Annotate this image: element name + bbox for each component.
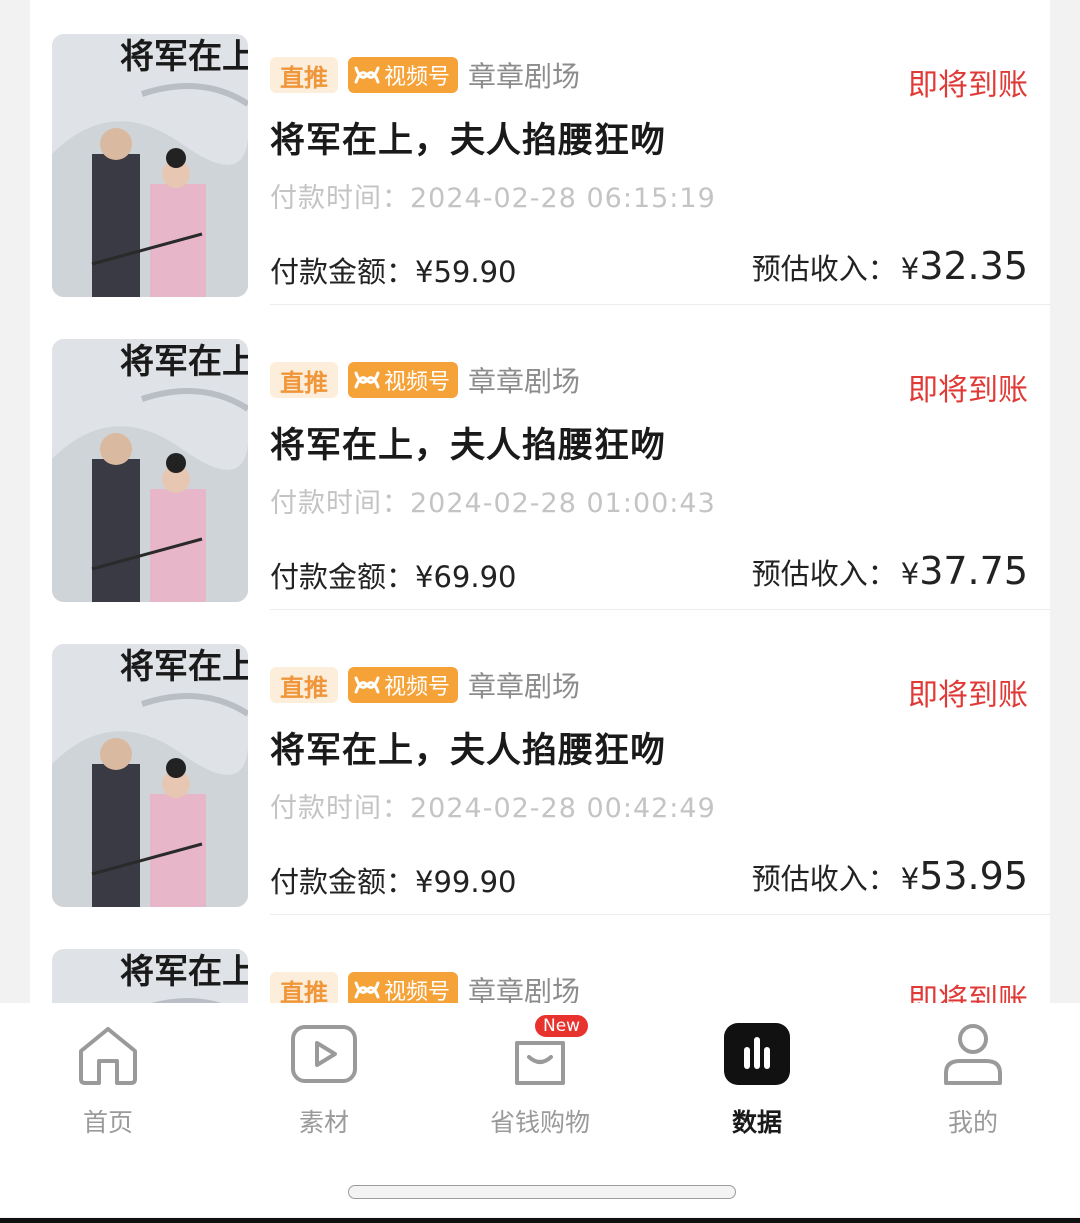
payment-time: 付款时间：2024-02-28 00:42:49 <box>270 786 716 825</box>
bar-chart-icon <box>720 1021 794 1087</box>
video-channel-label: 视频号 <box>384 370 451 395</box>
drama-title: 将军在上，夫人掐腰狂吻 <box>270 426 667 466</box>
estimated-income-label: 预估收入： <box>751 862 897 896</box>
payment-time-label: 付款时间： <box>270 183 410 214</box>
screen-edge <box>0 1218 1080 1223</box>
tab-data[interactable]: 数据 <box>697 1021 817 1141</box>
shopping-bag-icon: New <box>503 1013 591 1087</box>
drama-poster[interactable]: 将军在上， <box>52 339 248 602</box>
tag-row: 直推 视频号 章章剧场 <box>270 55 580 95</box>
tab-label: 数据 <box>731 1108 782 1137</box>
estimated-income: 预估收入： ¥ 37.75 <box>752 549 1028 593</box>
payment-time-value: 2024-02-28 06:15:19 <box>410 183 716 214</box>
payment-amount-label: 付款金额： <box>270 560 416 594</box>
poster-title: 将军在上， <box>120 647 248 687</box>
video-play-icon <box>287 1021 361 1087</box>
video-channel-icon <box>354 66 380 84</box>
drama-title: 将军在上，夫人掐腰狂吻 <box>270 121 667 161</box>
video-channel-icon <box>354 371 380 389</box>
user-icon <box>936 1021 1010 1087</box>
poster-title: 将军在上， <box>120 37 248 77</box>
app-screen: 将军在上， 直推 视频号 章章剧场 即将到账 将军在上，夫人掐腰狂吻 付款时间：… <box>0 0 1080 1223</box>
estimated-income-value: 53.95 <box>919 854 1028 898</box>
tab-materials[interactable]: 素材 <box>264 1021 384 1141</box>
payment-amount-value: ¥99.90 <box>415 865 517 899</box>
video-channel-tag: 视频号 <box>348 667 459 703</box>
order-item[interactable]: 将军在上， 直推 视频号 章章剧场 即将到账 将军在上，夫人掐腰狂吻 付款时间：… <box>30 305 1050 610</box>
payment-time: 付款时间：2024-02-28 06:15:19 <box>270 176 716 215</box>
video-channel-icon <box>354 981 380 999</box>
poster-title: 将军在上， <box>120 342 248 382</box>
tab-shopping[interactable]: New 省钱购物 <box>480 1013 600 1141</box>
estimated-income: 预估收入： ¥ 53.95 <box>752 854 1028 898</box>
direct-tag: 直推 <box>270 362 338 398</box>
tab-profile[interactable]: 我的 <box>913 1021 1033 1141</box>
merchant-name: 章章剧场 <box>468 670 581 703</box>
new-badge: New <box>533 1013 591 1039</box>
order-list[interactable]: 将军在上， 直推 视频号 章章剧场 即将到账 将军在上，夫人掐腰狂吻 付款时间：… <box>30 0 1050 1003</box>
estimated-income-value: 32.35 <box>919 244 1028 288</box>
payment-amount-label: 付款金额： <box>270 865 416 899</box>
payment-time: 付款时间：2024-02-28 01:00:43 <box>270 481 716 520</box>
tab-label: 素材 <box>298 1108 349 1137</box>
payment-time-value: 2024-02-28 00:42:49 <box>410 793 716 824</box>
tab-label: 我的 <box>947 1108 998 1137</box>
payment-time-label: 付款时间： <box>270 793 410 824</box>
merchant-name: 章章剧场 <box>468 60 581 93</box>
order-item[interactable]: 将军在上， 直推 视频号 章章剧场 即将到账 将军在上，夫人掐腰狂吻 付款时间：… <box>30 0 1050 305</box>
settlement-status: 即将到账 <box>908 983 1028 1003</box>
direct-tag: 直推 <box>270 972 338 1003</box>
drama-poster[interactable]: 将军在上， <box>52 34 248 297</box>
home-icon <box>71 1021 145 1087</box>
video-channel-tag: 视频号 <box>348 972 459 1003</box>
poster-art: 将军在上， <box>52 644 248 907</box>
payment-amount: 付款金额：¥99.90 <box>270 859 517 901</box>
tag-row: 直推 视频号 章章剧场 <box>270 970 580 1003</box>
merchant-name: 章章剧场 <box>468 365 581 398</box>
payment-amount: 付款金额：¥59.90 <box>270 249 517 291</box>
poster-art: 将军在上， <box>52 949 248 1003</box>
settlement-status: 即将到账 <box>908 373 1028 408</box>
poster-title: 将军在上， <box>120 952 248 992</box>
tab-home[interactable]: 首页 <box>48 1021 168 1141</box>
video-channel-icon <box>354 676 380 694</box>
video-channel-tag: 视频号 <box>348 57 459 93</box>
settlement-status: 即将到账 <box>908 678 1028 713</box>
payment-time-label: 付款时间： <box>270 488 410 519</box>
drama-poster[interactable]: 将军在上， <box>52 949 248 1003</box>
direct-tag: 直推 <box>270 57 338 93</box>
home-indicator[interactable] <box>348 1185 736 1199</box>
payment-amount: 付款金额：¥69.90 <box>270 554 517 596</box>
video-channel-label: 视频号 <box>384 980 451 1003</box>
estimated-income-label: 预估收入： <box>751 557 897 591</box>
tab-label: 省钱购物 <box>489 1108 590 1137</box>
order-item[interactable]: 将军在上， 直推 视频号 章章剧场 即将到账 <box>30 915 1050 1003</box>
estimated-income-currency: ¥ <box>900 862 920 896</box>
settlement-status: 即将到账 <box>908 68 1028 103</box>
payment-amount-value: ¥69.90 <box>415 560 517 594</box>
estimated-income: 预估收入： ¥ 32.35 <box>752 244 1028 288</box>
poster-art: 将军在上， <box>52 34 248 297</box>
drama-poster[interactable]: 将军在上， <box>52 644 248 907</box>
poster-art: 将军在上， <box>52 339 248 602</box>
estimated-income-value: 37.75 <box>919 549 1028 593</box>
merchant-name: 章章剧场 <box>468 975 581 1003</box>
video-channel-label: 视频号 <box>384 65 451 90</box>
tag-row: 直推 视频号 章章剧场 <box>270 665 580 705</box>
estimated-income-label: 预估收入： <box>751 252 897 286</box>
estimated-income-currency: ¥ <box>900 557 920 591</box>
payment-amount-value: ¥59.90 <box>415 255 517 289</box>
direct-tag: 直推 <box>270 667 338 703</box>
payment-amount-label: 付款金额： <box>270 255 416 289</box>
video-channel-label: 视频号 <box>384 675 451 700</box>
drama-title: 将军在上，夫人掐腰狂吻 <box>270 731 667 771</box>
order-item[interactable]: 将军在上， 直推 视频号 章章剧场 即将到账 将军在上，夫人掐腰狂吻 付款时间：… <box>30 610 1050 915</box>
estimated-income-currency: ¥ <box>900 252 920 286</box>
video-channel-tag: 视频号 <box>348 362 459 398</box>
payment-time-value: 2024-02-28 01:00:43 <box>410 488 716 519</box>
tag-row: 直推 视频号 章章剧场 <box>270 360 580 400</box>
tab-label: 首页 <box>82 1108 133 1137</box>
